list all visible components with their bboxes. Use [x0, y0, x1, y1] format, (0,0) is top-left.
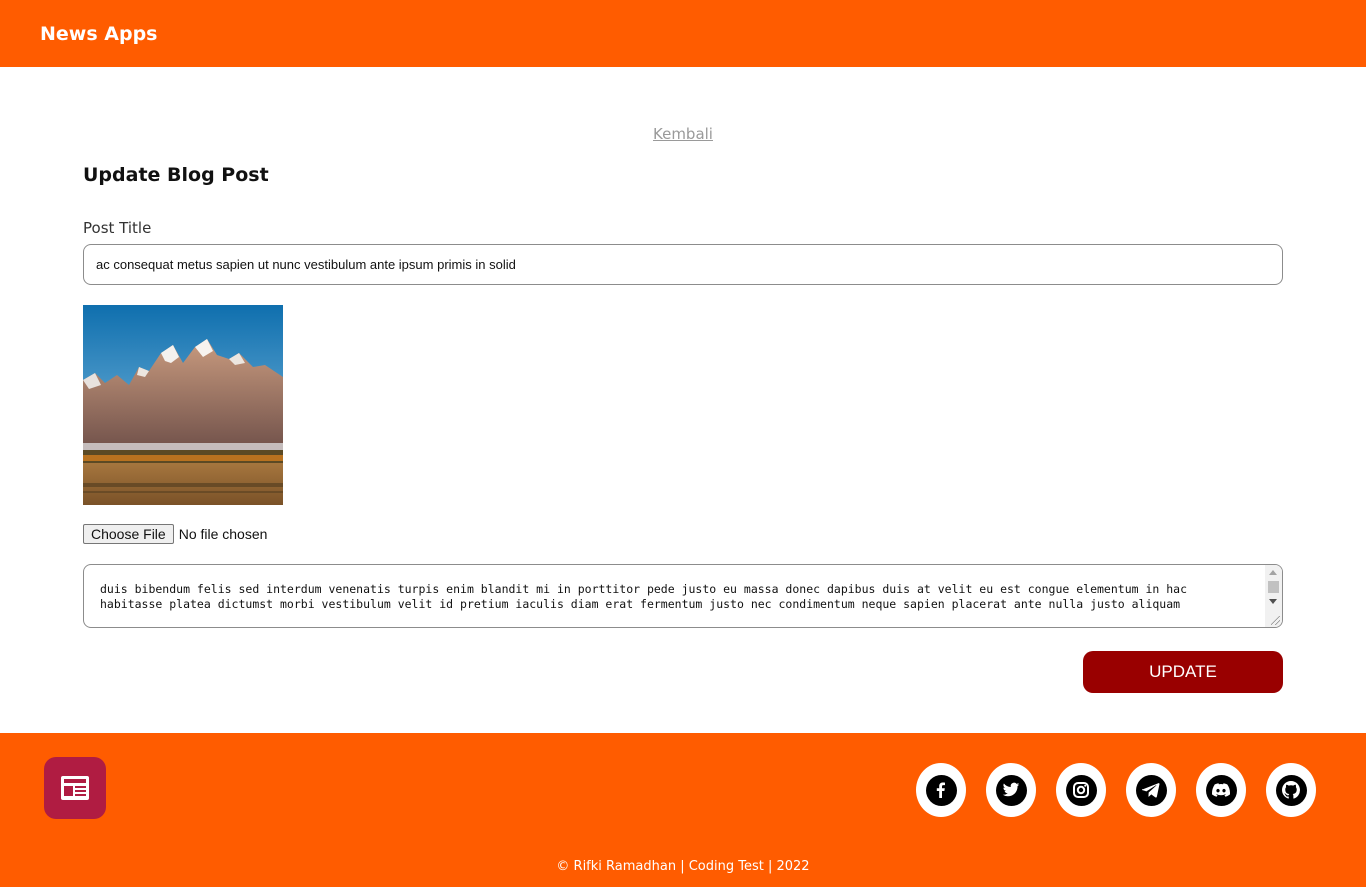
resize-grip-icon[interactable] — [1271, 616, 1280, 625]
scroll-down-icon[interactable] — [1269, 599, 1277, 604]
back-link-container: Kembali — [0, 125, 1366, 143]
post-body-text: duis bibendum felis sed interdum venenat… — [100, 582, 1188, 611]
file-status: No file chosen — [178, 526, 268, 542]
discord-link[interactable] — [1196, 763, 1246, 817]
copyright-text: © Rifki Ramadhan | Coding Test | 2022 — [556, 859, 810, 874]
twitter-link[interactable] — [986, 763, 1036, 817]
post-body-textarea[interactable]: duis bibendum felis sed interdum venenat… — [83, 564, 1283, 628]
social-links — [916, 763, 1316, 817]
telegram-link[interactable] — [1126, 763, 1176, 817]
scroll-up-icon[interactable] — [1269, 570, 1277, 575]
discord-icon — [1205, 774, 1237, 806]
twitter-icon — [995, 774, 1027, 806]
back-link[interactable]: Kembali — [653, 125, 713, 143]
instagram-link[interactable] — [1056, 763, 1106, 817]
navbar: News Apps — [0, 0, 1366, 67]
choose-file-button[interactable]: Choose File — [83, 524, 174, 544]
facebook-icon — [925, 774, 957, 806]
file-input: Choose File No file chosen — [83, 524, 267, 544]
page-title: Update Blog Post — [83, 164, 269, 186]
instagram-icon — [1065, 774, 1097, 806]
scroll-thumb[interactable] — [1268, 581, 1279, 593]
newspaper-icon[interactable] — [44, 757, 106, 819]
facebook-link[interactable] — [916, 763, 966, 817]
update-button[interactable]: UPDATE — [1083, 651, 1283, 693]
brand-link[interactable]: News Apps — [40, 23, 157, 45]
post-title-input[interactable] — [83, 244, 1283, 285]
post-title-label: Post Title — [83, 219, 152, 237]
footer: © Rifki Ramadhan | Coding Test | 2022 — [0, 733, 1366, 887]
post-image-preview — [83, 305, 283, 505]
telegram-icon — [1135, 774, 1167, 806]
github-icon — [1275, 774, 1307, 806]
github-link[interactable] — [1266, 763, 1316, 817]
